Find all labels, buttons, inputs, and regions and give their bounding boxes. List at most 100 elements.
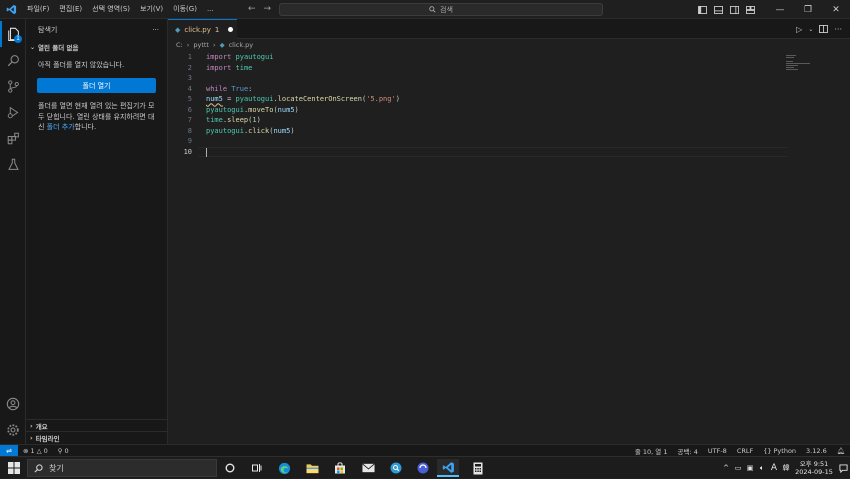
forward-arrow-icon[interactable]: → bbox=[264, 0, 272, 19]
calculator-icon[interactable] bbox=[467, 459, 489, 477]
problems-indicator[interactable]: ⊗ 1 △ 0 bbox=[18, 447, 53, 455]
navigation-arrows: ← → bbox=[248, 0, 271, 19]
menu-selection[interactable]: 선택 영역(S) bbox=[87, 0, 135, 19]
code-line: 1 import pyautogui bbox=[168, 52, 850, 63]
toggle-panel-icon[interactable] bbox=[710, 0, 726, 19]
chevron-down-icon: ⌄ bbox=[30, 43, 36, 51]
error-icon: ⊗ bbox=[23, 446, 29, 455]
back-arrow-icon[interactable]: ← bbox=[248, 0, 256, 19]
minimap-line bbox=[786, 57, 794, 58]
menu-view[interactable]: 보기(V) bbox=[135, 0, 168, 19]
tab-click-py[interactable]: ◆ click.py 1 bbox=[168, 19, 237, 39]
microsoft-store-icon[interactable] bbox=[329, 459, 351, 477]
split-editor-icon[interactable] bbox=[819, 25, 829, 33]
minimize-button[interactable]: — bbox=[766, 0, 794, 19]
volume-icon[interactable]: 🔈︎ bbox=[756, 457, 768, 479]
clock-date: 2024-09-15 bbox=[795, 468, 833, 476]
editor-actions: ▷ ⌄ ··· bbox=[796, 19, 842, 39]
menu-more[interactable]: ... bbox=[202, 0, 219, 19]
outline-title: 개요 bbox=[35, 422, 48, 431]
no-folder-section[interactable]: ⌄ 열린 폴더 없음 bbox=[26, 40, 167, 54]
mail-icon[interactable] bbox=[357, 459, 379, 477]
run-dropdown-icon[interactable]: ⌄ bbox=[808, 26, 813, 33]
language-mode[interactable]: {} Python bbox=[758, 447, 801, 455]
text-cursor bbox=[206, 147, 207, 157]
chevron-right-icon: › bbox=[212, 41, 216, 49]
source-control-icon[interactable] bbox=[0, 73, 26, 99]
code-line: 4 while True: bbox=[168, 84, 850, 95]
minimap[interactable] bbox=[786, 53, 826, 83]
close-button[interactable]: ✕ bbox=[822, 0, 850, 19]
python-file-icon: ◆ bbox=[219, 41, 225, 49]
search-icon[interactable] bbox=[0, 47, 26, 73]
code-line: 6 pyautogui.moveTo(num5) bbox=[168, 105, 850, 116]
more-actions-icon[interactable]: ··· bbox=[152, 26, 159, 34]
activity-bar: 1 bbox=[0, 19, 26, 444]
code-line: 9 bbox=[168, 136, 850, 147]
settings-gear-icon[interactable] bbox=[0, 417, 26, 443]
system-clock[interactable]: 오후 9:51 2024-09-15 bbox=[792, 460, 836, 476]
line-number: 5 bbox=[187, 95, 192, 104]
menu-go[interactable]: 이동(G) bbox=[168, 0, 202, 19]
minimap-line bbox=[786, 55, 796, 56]
line-number: 4 bbox=[187, 84, 192, 93]
battery-icon[interactable]: ▭ bbox=[732, 457, 744, 479]
line-number: 1 bbox=[187, 53, 192, 62]
task-view-icon[interactable] bbox=[245, 459, 267, 477]
network-icon[interactable]: ▣ bbox=[744, 457, 756, 479]
explorer-icon[interactable]: 1 bbox=[0, 21, 26, 47]
cursor-position[interactable]: 줄 10, 열 1 bbox=[630, 446, 673, 456]
breadcrumb-folder[interactable]: pyttt bbox=[193, 41, 209, 49]
open-folder-button[interactable]: 폴더 열기 bbox=[37, 78, 156, 93]
code-line: 3 bbox=[168, 73, 850, 84]
breadcrumb-drive[interactable]: C: bbox=[176, 41, 183, 49]
minimap-line bbox=[786, 63, 810, 64]
testing-flask-icon[interactable] bbox=[0, 151, 26, 177]
timeline-section[interactable]: › 타임라인 bbox=[26, 431, 168, 443]
command-center-search[interactable]: 검색 bbox=[279, 3, 603, 16]
extensions-icon[interactable] bbox=[0, 125, 26, 151]
code-line: 7 time.sleep(1) bbox=[168, 115, 850, 126]
python-interpreter[interactable]: 3.12.6 bbox=[801, 447, 832, 455]
code-editor[interactable]: 1 import pyautogui 2 import time 3 4 whi… bbox=[168, 52, 850, 157]
more-actions-icon[interactable]: ··· bbox=[834, 25, 842, 34]
breadcrumb-file[interactable]: click.py bbox=[229, 41, 254, 49]
app-icon[interactable] bbox=[412, 459, 434, 477]
account-icon[interactable] bbox=[0, 391, 26, 417]
restore-button[interactable]: ❐ bbox=[794, 0, 822, 19]
outline-section[interactable]: › 개요 bbox=[26, 419, 168, 431]
cortana-icon[interactable] bbox=[219, 459, 241, 477]
ports-indicator[interactable]: ⚲ 0 bbox=[53, 447, 74, 455]
run-debug-icon[interactable] bbox=[0, 99, 26, 125]
end-of-line[interactable]: CRLF bbox=[732, 447, 758, 455]
line-number: 10 bbox=[183, 147, 192, 156]
toggle-primary-sidebar-icon[interactable] bbox=[694, 0, 710, 19]
add-folder-link[interactable]: 폴더 추가 bbox=[47, 123, 75, 131]
ime-mode-indicator[interactable]: A bbox=[768, 457, 780, 479]
code-line-content: time.sleep(1) bbox=[206, 116, 261, 125]
status-bar: ⇌ ⊗ 1 △ 0 ⚲ 0 줄 10, 열 1 공백: 4 UTF-8 CRLF… bbox=[0, 444, 850, 457]
menu-file[interactable]: 파일(F) bbox=[22, 0, 54, 19]
search-icon bbox=[429, 6, 436, 13]
taskbar-search-box[interactable]: 찾기 bbox=[27, 459, 217, 477]
toggle-secondary-sidebar-icon[interactable] bbox=[726, 0, 742, 19]
file-explorer-icon[interactable] bbox=[301, 459, 323, 477]
minimap-line bbox=[786, 67, 794, 68]
encoding[interactable]: UTF-8 bbox=[703, 447, 732, 455]
edge-browser-icon[interactable] bbox=[273, 459, 295, 477]
windows-start-icon[interactable] bbox=[6, 461, 22, 475]
notifications-bell-icon[interactable]: 🔔︎ bbox=[832, 447, 850, 455]
notification-center-icon[interactable] bbox=[836, 457, 850, 479]
search-app-icon[interactable] bbox=[385, 459, 407, 477]
chevron-up-icon[interactable]: ^ bbox=[720, 457, 732, 479]
vscode-taskbar-icon[interactable] bbox=[437, 459, 459, 477]
remote-indicator-icon[interactable]: ⇌ bbox=[0, 444, 18, 457]
ime-language-indicator[interactable]: 韓 bbox=[780, 457, 792, 479]
menu-bar: 파일(F) 편집(E) 선택 영역(S) 보기(V) 이동(G) ... bbox=[22, 0, 219, 19]
indentation[interactable]: 공백: 4 bbox=[673, 446, 703, 456]
run-python-icon[interactable]: ▷ bbox=[796, 25, 802, 34]
menu-edit[interactable]: 편집(E) bbox=[54, 0, 87, 19]
unsaved-dot-icon[interactable] bbox=[228, 27, 234, 32]
clock-time: 오후 9:51 bbox=[799, 460, 829, 468]
customize-layout-icon[interactable] bbox=[742, 0, 758, 19]
